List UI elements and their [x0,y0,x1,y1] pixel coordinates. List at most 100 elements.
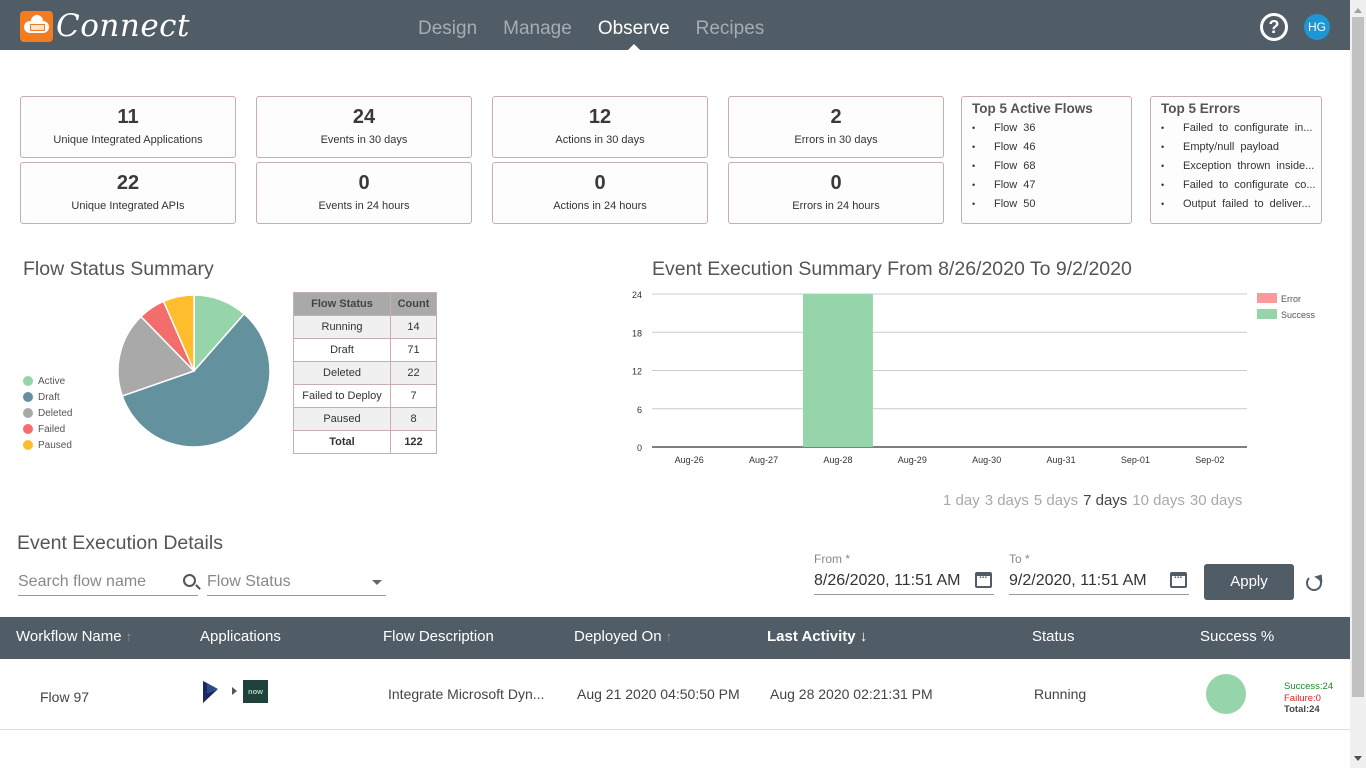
event-execution-bar-chart: 0 6 12 18 24 Aug-26 Aug-27 Aug-28 Aug-29 Aug-30 Au… [632,290,1316,465]
x-tick-label: Aug-28 [823,455,852,465]
flow-status-pie-chart [117,294,271,448]
stat-card-actions-24h: 0 Actions in 24 hours [492,162,708,224]
y-tick-label: 6 [637,405,642,415]
range-3-days[interactable]: 3 days [985,492,1029,509]
total-count: 122 [390,430,437,454]
nav-manage[interactable]: Manage [490,0,585,50]
status-count: 22 [390,361,437,385]
flow-status-select[interactable]: Flow Status [207,568,386,596]
error-item[interactable]: Output failed to deliver... [1161,195,1311,214]
sort-down-icon[interactable]: ↓ [860,628,868,645]
error-item[interactable]: Exception thrown inside... [1161,157,1314,176]
status-placeholder: Flow Status [207,573,291,590]
apply-button[interactable]: Apply [1204,564,1294,600]
table-row: Draft 71 [293,338,437,362]
table-row[interactable]: Flow 97 now Integrate Microsoft Dyn... A… [0,659,1350,730]
stat-label: Actions in 24 hours [553,200,647,212]
search-flow-input[interactable]: Search flow name [18,568,198,596]
flow-status-title: Flow Status Summary [23,258,214,280]
top-errors-card: Top 5 Errors Failed to configurate in...… [1150,96,1322,224]
active-flow-item[interactable]: Flow 68 [972,157,1121,176]
col-success-pct: Success % [1200,628,1275,645]
stat-card-errors-24h: 0 Errors in 24 hours [728,162,944,224]
nav-recipes[interactable]: Recipes [683,0,778,50]
workflow-name[interactable]: Flow 97 [40,689,89,705]
pie-legend: Active Draft Deleted Failed Paused [23,373,72,453]
vertical-scrollbar[interactable] [1350,0,1366,768]
nav-observe[interactable]: Observe [585,0,683,50]
col-header-status: Flow Status [293,292,391,316]
stat-label: Events in 30 days [320,134,408,146]
to-date-value: 9/2/2020, 11:51 AM [1009,572,1147,589]
col-label: Workflow Name [16,628,122,645]
active-flow-item[interactable]: Flow 46 [972,138,1121,157]
stat-value: 0 [830,172,842,194]
legend-label: Failed [38,423,66,435]
col-applications: Applications [200,628,281,645]
sort-up-icon[interactable]: ↑ [126,629,133,644]
success-count: Success:24 [1284,681,1334,692]
col-workflow-name[interactable]: Workflow Name ↑ [16,617,132,657]
status-name: Deleted [293,361,391,385]
x-tick-label: Sep-01 [1121,455,1150,465]
legend-swatch [23,424,33,434]
stat-value: 0 [594,172,606,194]
status-name: Draft [293,338,391,362]
user-avatar[interactable]: HG [1304,14,1330,40]
observe-page: Connect Design Manage Observe Recipes ? … [0,0,1350,768]
workflow-table-header: Workflow Name ↑ Applications Flow Descrip… [0,617,1350,659]
stat-card-apps: 11 Unique Integrated Applications [20,96,236,158]
legend-label: Deleted [38,407,73,419]
error-item[interactable]: Failed to configurate in... [1161,119,1312,138]
stat-label: Actions in 30 days [555,134,645,146]
calendar-icon[interactable] [975,570,992,588]
range-selector: 1 day 3 days 5 days 7 days 10 days 30 da… [943,492,1247,509]
active-flow-item[interactable]: Flow 50 [972,195,1121,214]
calendar-icon[interactable] [1170,570,1187,588]
x-tick-label: Sep-02 [1195,455,1224,465]
search-icon[interactable] [183,574,196,587]
col-deployed-on[interactable]: Deployed On ↑ [574,617,672,657]
range-30-days[interactable]: 30 days [1190,492,1243,509]
range-10-days[interactable]: 10 days [1132,492,1185,509]
bar-success-aug-28[interactable] [802,294,873,447]
success-stats: Success:24 Failure:0 Total:24 [1284,681,1333,716]
x-tick-label: Aug-26 [675,455,704,465]
error-item[interactable]: Failed to configurate co... [1161,176,1316,195]
active-flow-item[interactable]: Flow 36 [972,119,1121,138]
scroll-down-icon[interactable] [1354,756,1362,761]
arrow-right-icon [232,687,237,695]
nav-design[interactable]: Design [405,0,490,50]
main-nav: Design Manage Observe Recipes [405,0,777,50]
col-header-count: Count [390,292,437,316]
x-tick-label: Aug-27 [749,455,778,465]
range-5-days[interactable]: 5 days [1034,492,1078,509]
stat-card-errors-30d: 2 Errors in 30 days [728,96,944,158]
to-label: To * [1009,552,1030,566]
range-1-day[interactable]: 1 day [943,492,980,509]
col-last-activity[interactable]: Last Activity ↓ [767,617,867,657]
scroll-up-icon[interactable] [1354,8,1362,13]
legend-draft: Draft [23,389,72,405]
active-flow-item[interactable]: Flow 47 [972,176,1121,195]
status-name: Running [293,315,391,339]
connect-logo[interactable]: Connect [20,8,190,44]
search-placeholder: Search flow name [18,573,147,590]
refresh-icon[interactable] [1306,575,1322,591]
legend-swatch-success [1257,309,1277,319]
scroll-thumb[interactable] [1352,17,1364,697]
stat-value: 11 [117,106,139,128]
top-navbar: Connect Design Manage Observe Recipes ? … [0,0,1350,50]
error-item[interactable]: Empty/null payload [1161,138,1311,157]
to-date-input[interactable]: 9/2/2020, 11:51 AM [1009,567,1189,595]
range-7-days[interactable]: 7 days [1083,492,1127,509]
sort-up-icon[interactable]: ↑ [666,629,673,644]
from-date-input[interactable]: 8/26/2020, 11:51 AM [814,567,994,595]
help-icon[interactable]: ? [1260,13,1288,41]
status-name: Paused [293,407,391,431]
last-activity: Aug 28 2020 02:21:31 PM [770,686,933,702]
col-label: Deployed On [574,628,662,645]
stat-value: 0 [358,172,370,194]
stat-label: Unique Integrated Applications [53,134,203,146]
servicenow-icon: now [243,680,268,703]
